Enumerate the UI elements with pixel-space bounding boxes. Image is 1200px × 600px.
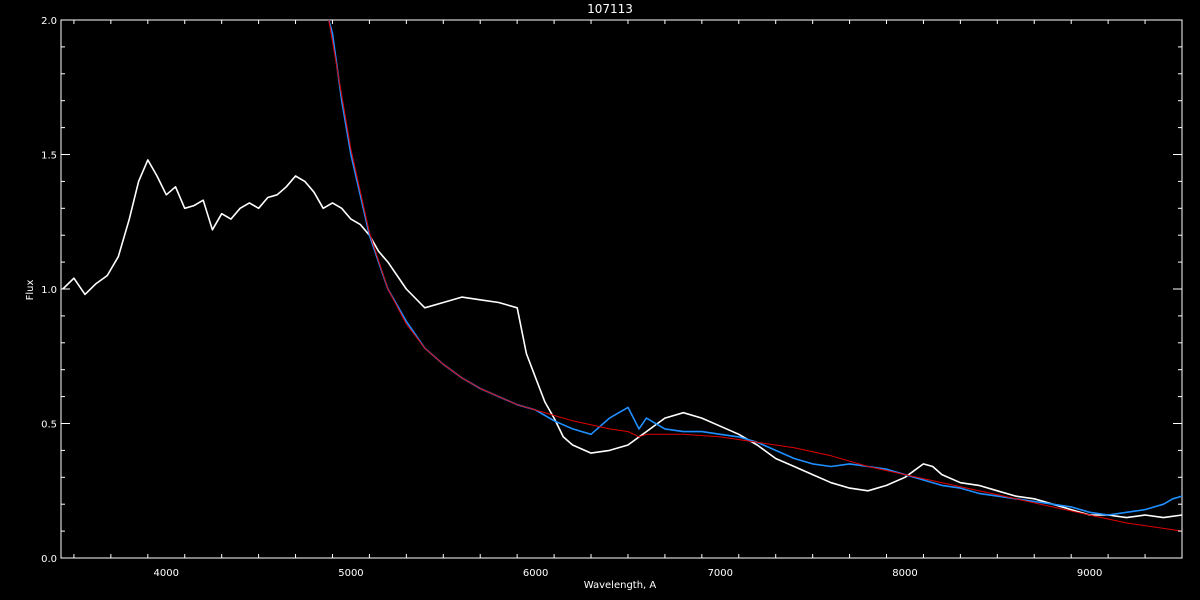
y-tick-label: 0.0 bbox=[41, 554, 57, 565]
chart-background bbox=[0, 0, 1200, 600]
y-tick-label: 2.0 bbox=[41, 16, 57, 27]
x-tick-label: 4000 bbox=[154, 568, 179, 579]
x-tick-label: 8000 bbox=[892, 568, 917, 579]
y-axis-label: Flux bbox=[25, 280, 36, 301]
x-tick-label: 6000 bbox=[523, 568, 548, 579]
y-tick-label: 1.0 bbox=[41, 285, 57, 296]
y-tick-label: 0.5 bbox=[41, 420, 57, 431]
x-tick-label: 7000 bbox=[708, 568, 733, 579]
x-tick-label: 5000 bbox=[338, 568, 363, 579]
chart-title: 107113 bbox=[587, 2, 633, 16]
spectrum-chart: 107113 4000 5000 6000 7000 8000 9000 0.0 0.5 1.… bbox=[0, 0, 1200, 600]
y-tick-label: 1.5 bbox=[41, 151, 57, 162]
x-tick-label: 9000 bbox=[1077, 568, 1102, 579]
x-axis-label: Wavelength, A bbox=[584, 580, 657, 591]
